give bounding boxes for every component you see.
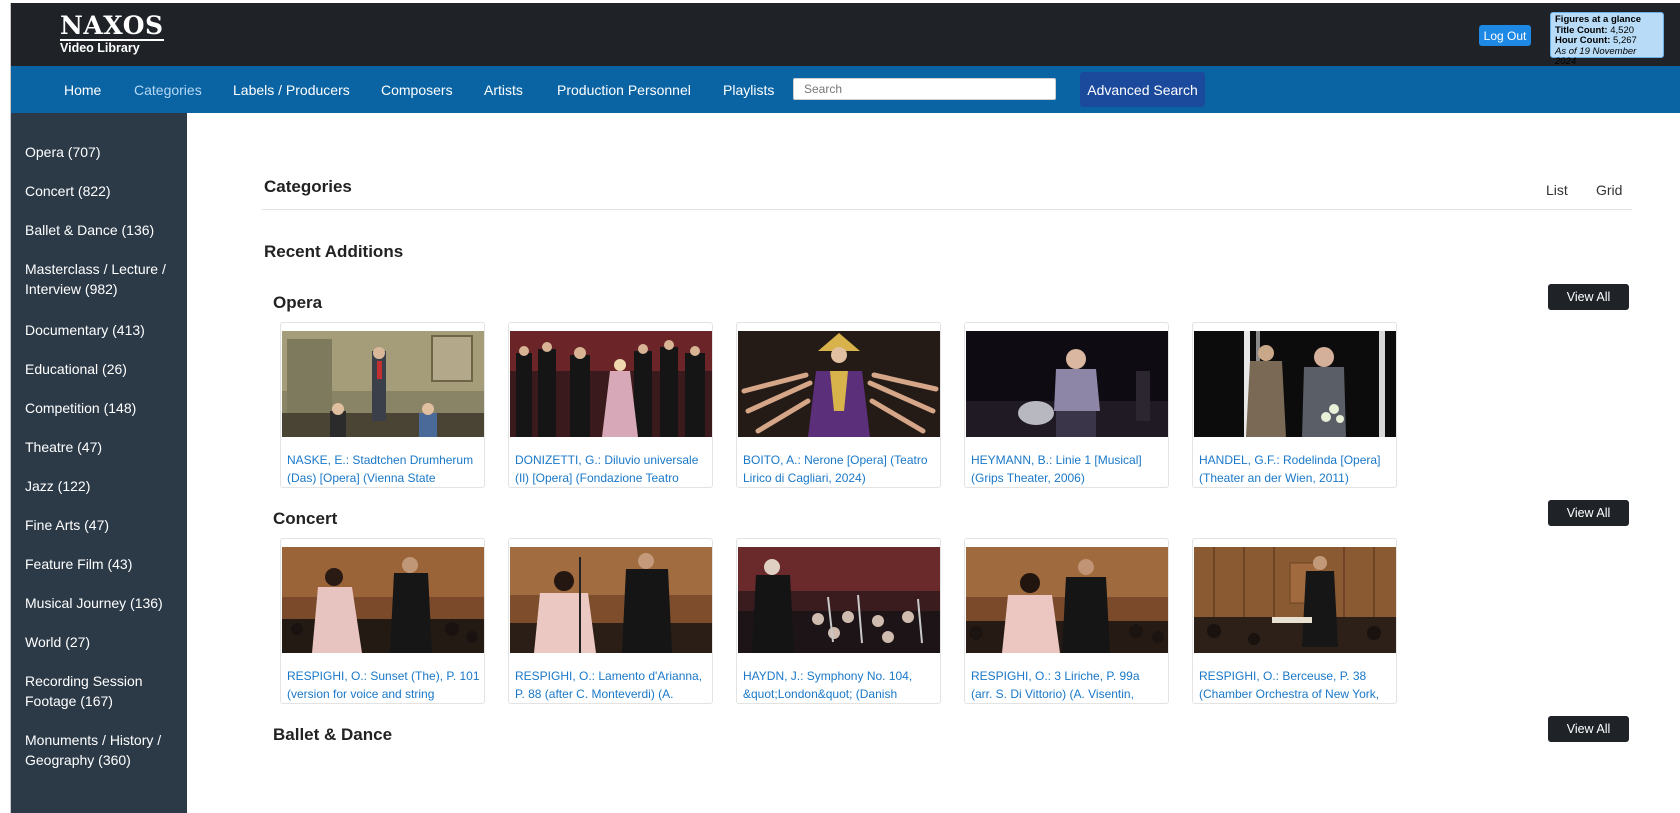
video-card[interactable]: RESPIGHI, O.: Berceuse, P. 38 (Chamber O… (1192, 538, 1397, 704)
sidebar-item-musical-journey[interactable]: Musical Journey (136) (25, 593, 183, 613)
view-grid-link[interactable]: Grid (1596, 182, 1622, 198)
logout-button[interactable]: Log Out (1479, 25, 1531, 46)
video-title-link[interactable]: RESPIGHI, O.: Sunset (The), P. 101 (vers… (287, 668, 480, 703)
view-all-concert-button[interactable]: View All (1548, 500, 1629, 526)
sidebar-item-educational[interactable]: Educational (26) (25, 359, 183, 379)
title-divider (262, 209, 1632, 210)
video-thumbnail[interactable] (282, 547, 484, 653)
nav-artists[interactable]: Artists (484, 80, 523, 100)
browser-viewport: NAXOS Video Library Log Out Figures at a… (10, 3, 1680, 813)
sidebar-item-jazz[interactable]: Jazz (122) (25, 476, 183, 496)
sidebar-item-recording-session[interactable]: Recording Session Footage (167) (25, 671, 183, 711)
nav-production-personnel[interactable]: Production Personnel (557, 80, 691, 100)
video-title-link[interactable]: RESPIGHI, O.: Lamento d'Arianna, P. 88 (… (515, 668, 708, 703)
video-thumbnail[interactable] (282, 331, 484, 437)
sidebar-item-world[interactable]: World (27) (25, 632, 183, 652)
video-thumbnail[interactable] (966, 547, 1168, 653)
video-title-link[interactable]: HANDEL, G.F.: Rodelinda [Opera] (Theater… (1199, 452, 1392, 487)
video-title-link[interactable]: DONIZETTI, G.: Diluvio universale (Il) [… (515, 452, 708, 487)
video-thumbnail[interactable] (1194, 547, 1396, 653)
video-thumbnail[interactable] (738, 331, 940, 437)
video-card[interactable]: RESPIGHI, O.: 3 Liriche, P. 99a (arr. S.… (964, 538, 1169, 704)
sidebar-item-masterclass[interactable]: Masterclass / Lecture / Interview (982) (25, 259, 183, 299)
sidebar-item-opera[interactable]: Opera (707) (25, 142, 183, 162)
video-card[interactable]: BOITO, A.: Nerone [Opera] (Teatro Lirico… (736, 322, 941, 488)
video-thumbnail[interactable] (738, 547, 940, 653)
video-thumbnail[interactable] (510, 547, 712, 653)
section-title-concert: Concert (273, 509, 338, 528)
video-card[interactable]: HANDEL, G.F.: Rodelinda [Opera] (Theater… (1192, 322, 1397, 488)
view-list-link[interactable]: List (1546, 182, 1568, 198)
search-input[interactable] (793, 78, 1056, 100)
video-card[interactable]: HAYDN, J.: Symphony No. 104, &quot;Londo… (736, 538, 941, 704)
video-title-link[interactable]: RESPIGHI, O.: Berceuse, P. 38 (Chamber O… (1199, 668, 1392, 703)
view-all-opera-button[interactable]: View All (1548, 284, 1629, 310)
video-title-link[interactable]: HAYDN, J.: Symphony No. 104, &quot;Londo… (743, 668, 936, 703)
sidebar-item-monuments[interactable]: Monuments / History / Geography (360) (25, 730, 183, 770)
sidebar-item-theatre[interactable]: Theatre (47) (25, 437, 183, 457)
video-card[interactable]: RESPIGHI, O.: Lamento d'Arianna, P. 88 (… (508, 538, 713, 704)
sidebar-item-fine-arts[interactable]: Fine Arts (47) (25, 515, 183, 535)
naxos-logo[interactable]: NAXOS Video Library (60, 13, 164, 57)
sidebar-item-competition[interactable]: Competition (148) (25, 398, 183, 418)
view-all-ballet-dance-button[interactable]: View All (1548, 716, 1629, 742)
nav-categories[interactable]: Categories (134, 80, 202, 100)
figures-at-a-glance: Figures at a glance Title Count: 4,520 H… (1550, 12, 1664, 67)
video-title-link[interactable]: RESPIGHI, O.: 3 Liriche, P. 99a (arr. S.… (971, 668, 1164, 703)
section-title-opera: Opera (273, 293, 323, 312)
nav-playlists[interactable]: Playlists (723, 80, 774, 100)
video-title-link[interactable]: BOITO, A.: Nerone [Opera] (Teatro Lirico… (743, 452, 936, 487)
video-thumbnail[interactable] (510, 331, 712, 437)
video-card[interactable]: NASKE, E.: Stadtchen Drumherum (Das) [Op… (280, 322, 485, 488)
video-thumbnail[interactable] (966, 331, 1168, 437)
video-card[interactable]: DONIZETTI, G.: Diluvio universale (Il) [… (508, 322, 713, 488)
video-title-link[interactable]: NASKE, E.: Stadtchen Drumherum (Das) [Op… (287, 452, 480, 487)
video-card[interactable]: RESPIGHI, O.: Sunset (The), P. 101 (vers… (280, 538, 485, 704)
recent-additions-heading: Recent Additions (264, 242, 404, 261)
video-thumbnail[interactable] (1194, 331, 1396, 437)
advanced-search-button[interactable]: Advanced Search (1080, 72, 1205, 107)
sidebar-item-ballet-dance[interactable]: Ballet & Dance (136) (25, 220, 183, 240)
video-card[interactable]: HEYMANN, B.: Linie 1 [Musical] (Grips Th… (964, 322, 1169, 488)
sidebar-item-feature-film[interactable]: Feature Film (43) (25, 554, 183, 574)
nav-home[interactable]: Home (64, 80, 101, 100)
glance-hour-count: Hour Count: 5,267 (1555, 35, 1637, 46)
video-title-link[interactable]: HEYMANN, B.: Linie 1 [Musical] (Grips Th… (971, 452, 1164, 487)
sidebar-item-documentary[interactable]: Documentary (413) (25, 320, 183, 340)
nav-labels-producers[interactable]: Labels / Producers (233, 80, 350, 100)
logo-wordmark: NAXOS (60, 11, 164, 41)
top-header (11, 3, 1680, 66)
glance-as-of: As of 19 November 2024 (1555, 45, 1637, 67)
page-title: Categories (264, 177, 352, 196)
sidebar-item-concert[interactable]: Concert (822) (25, 181, 183, 201)
logo-subtitle: Video Library (60, 41, 140, 55)
section-title-ballet-dance: Ballet & Dance (273, 725, 393, 744)
nav-composers[interactable]: Composers (381, 80, 453, 100)
category-sidebar: Opera (707) Concert (822) Ballet & Dance… (11, 113, 187, 813)
